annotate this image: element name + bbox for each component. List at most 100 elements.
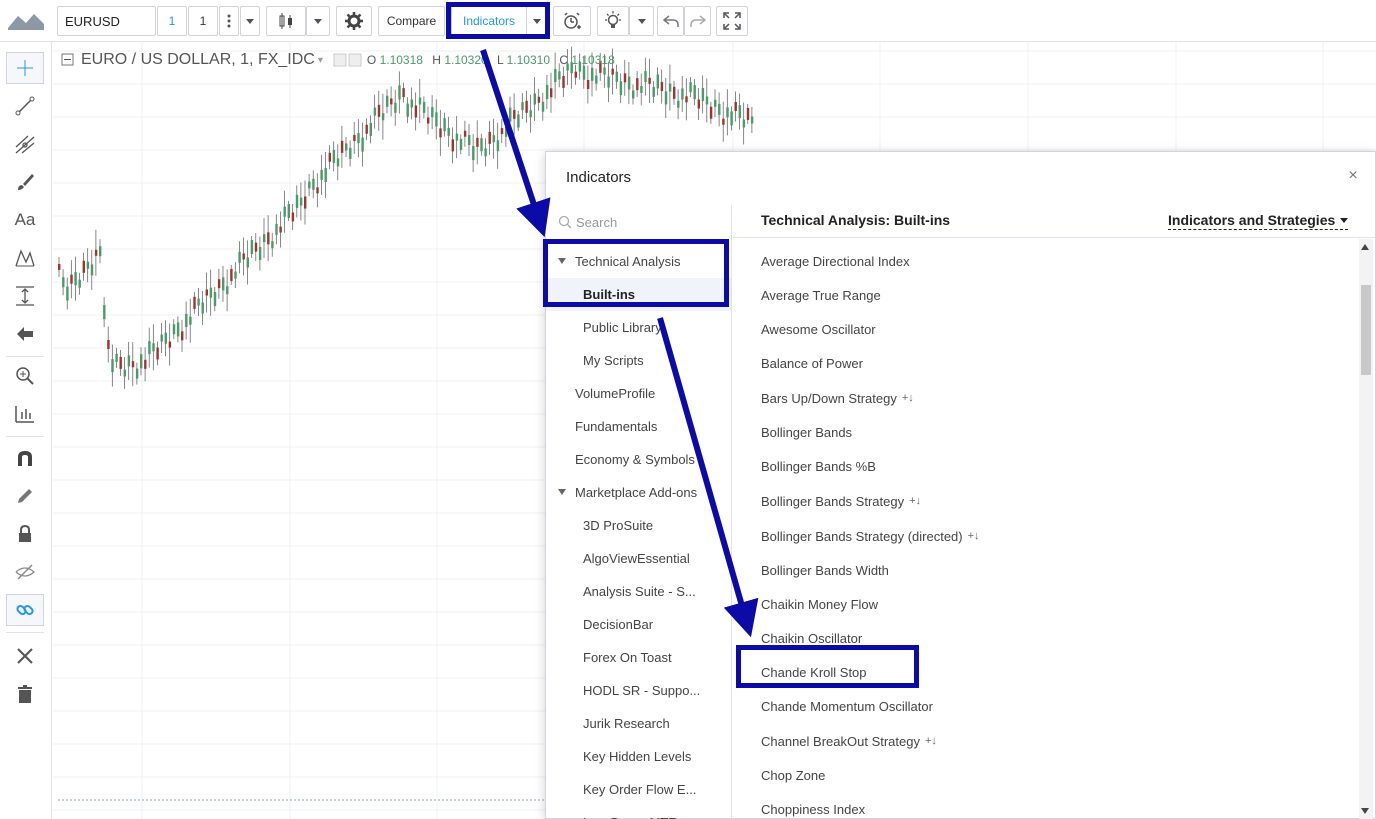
filter-dropdown[interactable]: Indicators and Strategies <box>1168 212 1349 230</box>
chart-style-button[interactable] <box>266 6 306 36</box>
candle-body <box>213 292 217 307</box>
indicator-item[interactable]: Chaikin Oscillator <box>761 628 862 648</box>
category-item[interactable]: Built-ins <box>546 278 731 311</box>
crosshair-tool[interactable] <box>6 52 44 84</box>
zoom-tool[interactable] <box>6 360 44 392</box>
indicator-item[interactable]: Awesome Oscillator <box>761 319 876 339</box>
text-tool[interactable]: Aa <box>6 204 44 236</box>
more-intervals-button[interactable] <box>219 6 239 36</box>
measure-tool[interactable] <box>6 280 44 312</box>
indicator-item[interactable]: Bollinger Bands Width <box>761 560 889 580</box>
pattern-icon <box>15 249 35 267</box>
candle-body <box>681 88 684 100</box>
category-item[interactable]: Technical Analysis <box>546 245 731 278</box>
scrollbar-thumb[interactable] <box>1361 285 1371 375</box>
indicator-item[interactable]: Bollinger Bands %B <box>761 456 876 476</box>
symbol-input[interactable]: EURUSD <box>57 6 156 36</box>
fullscreen-button[interactable] <box>716 6 748 36</box>
ideas-dropdown[interactable] <box>629 6 654 36</box>
interval-button[interactable]: 1 <box>188 6 218 36</box>
candle-body <box>652 86 655 97</box>
close-icon[interactable]: × <box>1343 166 1363 186</box>
category-item[interactable]: DecisionBar <box>546 608 731 641</box>
chart-title[interactable]: EURO / US DOLLAR, 1, FX_IDC <box>81 51 315 69</box>
scroll-up-icon[interactable] <box>1361 244 1369 250</box>
indicator-item[interactable]: Chande Momentum Oscillator <box>761 696 933 716</box>
indicators-dropdown[interactable] <box>526 6 547 36</box>
category-item[interactable]: HODL SR - Suppo... <box>546 674 731 707</box>
sync-drawings-tool[interactable] <box>6 594 44 626</box>
indicator-item[interactable]: Chande Kroll Stop <box>761 662 867 682</box>
indicator-label: Chaikin Money Flow <box>761 596 879 612</box>
scroll-down-icon[interactable] <box>1361 808 1369 814</box>
indicator-item[interactable]: Bollinger Bands Strategy +↓ <box>761 491 921 511</box>
category-item[interactable]: Key Order Flow E... <box>546 773 731 806</box>
tools-button[interactable] <box>6 640 44 672</box>
back-tool[interactable] <box>6 318 44 350</box>
chart-style-dropdown[interactable] <box>306 6 330 36</box>
hide-drawings-tool[interactable] <box>6 556 44 588</box>
indicator-item[interactable]: Choppiness Index <box>761 799 865 819</box>
magnet-tool[interactable] <box>6 442 44 474</box>
undo-button[interactable] <box>657 6 684 36</box>
settings-mini-icon[interactable] <box>333 53 363 67</box>
candle-body <box>381 113 385 121</box>
indicator-item[interactable]: Average True Range <box>761 285 881 305</box>
candle-body <box>693 85 696 100</box>
indicator-item[interactable]: Balance of Power <box>761 353 863 373</box>
alert-button[interactable] <box>553 6 591 36</box>
lock-drawings-tool[interactable] <box>6 480 44 512</box>
category-item[interactable]: Marketplace Add-ons <box>546 476 731 509</box>
indicator-item[interactable]: Average Directional Index <box>761 251 910 271</box>
category-item[interactable]: My Scripts <box>546 344 731 377</box>
indicator-item[interactable]: Bollinger Bands <box>761 422 852 442</box>
trend-line-tool[interactable] <box>6 90 44 122</box>
candle-body <box>451 139 454 152</box>
search-input[interactable]: Search <box>546 205 731 239</box>
expand-triangle-icon[interactable] <box>558 489 566 495</box>
redo-button[interactable] <box>684 6 711 36</box>
candle-body <box>258 246 262 260</box>
remove-drawings-button[interactable] <box>6 678 44 710</box>
candle-body <box>246 257 249 268</box>
pattern-tool[interactable] <box>6 242 44 274</box>
candle-body <box>525 100 528 113</box>
category-item[interactable]: Key Hidden Levels <box>546 740 731 773</box>
interval-button-active[interactable]: 1 <box>157 6 187 36</box>
category-item[interactable]: Economy & Symbols <box>546 443 731 476</box>
indicator-item[interactable]: Chop Zone <box>761 765 825 785</box>
category-item[interactable]: AlgoViewEssential <box>546 542 731 575</box>
category-item[interactable]: Analysis Suite - S... <box>546 575 731 608</box>
category-item[interactable]: VolumeProfile <box>546 377 731 410</box>
compare-button[interactable]: Compare <box>378 6 445 36</box>
expand-triangle-icon[interactable] <box>558 258 566 264</box>
strategy-icon: +↓ <box>909 495 922 507</box>
brush-tool[interactable] <box>6 166 44 198</box>
candle-body <box>99 246 102 257</box>
category-item[interactable]: Public Library <box>546 311 731 344</box>
pitchfork-tool[interactable] <box>6 128 44 160</box>
indicator-item[interactable]: Chaikin Money Flow <box>761 594 878 614</box>
lock-tool[interactable] <box>6 518 44 550</box>
category-item[interactable]: Forex On Toast <box>546 641 731 674</box>
indicator-item[interactable]: Channel BreakOut Strategy +↓ <box>761 731 937 751</box>
chevron-down-icon[interactable]: ▾ <box>318 55 323 66</box>
ideas-button[interactable] <box>597 6 629 36</box>
strategy-icon: +↓ <box>901 392 914 404</box>
category-item[interactable]: LazyBear - MTF... <box>546 806 731 819</box>
indicator-item[interactable]: Bollinger Bands Strategy (directed) +↓ <box>761 526 980 546</box>
category-item[interactable]: Jurik Research <box>546 707 731 740</box>
indicator-item[interactable]: Bars Up/Down Strategy +↓ <box>761 388 914 408</box>
candle-body <box>103 305 106 320</box>
collapse-icon[interactable] <box>61 53 75 67</box>
symbol-text: EURUSD <box>65 13 120 29</box>
scrollbar[interactable] <box>1359 239 1373 819</box>
settings-button[interactable] <box>336 6 372 36</box>
category-item[interactable]: 3D ProSuite <box>546 509 731 542</box>
candle-body <box>353 135 356 142</box>
category-item[interactable]: Fundamentals <box>546 410 731 443</box>
indicators-button[interactable]: Indicators <box>451 6 527 36</box>
interval-dropdown-button[interactable] <box>240 6 260 36</box>
app-logo-icon[interactable] <box>6 8 46 34</box>
ruler-tool[interactable] <box>6 398 44 430</box>
